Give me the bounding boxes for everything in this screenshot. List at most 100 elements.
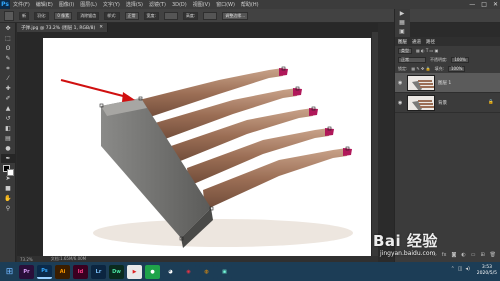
pen-tool-icon[interactable]: ✒ (1, 154, 15, 163)
taskbar-app-id[interactable]: Id (73, 264, 88, 279)
blend-opacity-row: 正常 不透明度: 100% (395, 55, 500, 64)
menu-file[interactable]: 文件(F) (10, 1, 33, 8)
menu-help[interactable]: 帮助(H) (238, 1, 262, 8)
zoom-level[interactable]: 73.2% (20, 257, 33, 262)
taskbar: ⊞ Pr Ps Ai Id Lr Dw ▶ ● ◕ ◉ ◍ ▣ ⌃ ◫ ◂) 3… (0, 262, 500, 281)
windows-start-icon[interactable]: ⊞ (3, 265, 16, 278)
feather-input[interactable]: 0 像素 (54, 11, 73, 20)
gradient-tool-icon[interactable]: ▤ (1, 134, 15, 143)
tray-network-icon[interactable]: ◫ (458, 266, 463, 272)
width-label: 宽度: (143, 11, 159, 20)
taskbar-app-files[interactable]: ▣ (217, 264, 232, 279)
menu-edit[interactable]: 编辑(E) (33, 1, 56, 8)
quick-select-tool-icon[interactable]: ✎ (1, 54, 15, 63)
healing-tool-icon[interactable]: ✚ (1, 84, 15, 93)
options-bar: 新 羽化: 0 像素 消除锯齿 样式: 正常 宽度: 高度: 调整边缘... (0, 9, 500, 23)
taskbar-app-ps[interactable]: Ps (37, 264, 52, 279)
document-title: 子弹.jpg @ 73.2% (图层 1, RGB/8) (21, 25, 96, 31)
tray-arrow-icon[interactable]: ⌃ (451, 266, 455, 272)
menu-type[interactable]: 文字(Y) (100, 1, 123, 8)
style-label: 样式: (104, 11, 120, 20)
lock-icon: 🔒 (488, 100, 494, 105)
taskbar-app-dw[interactable]: Dw (109, 264, 124, 279)
height-input[interactable] (203, 11, 218, 20)
red-arrow-annotation (60, 79, 135, 102)
blur-tool-icon[interactable]: ● (1, 144, 15, 153)
image-canvas[interactable] (43, 38, 371, 256)
menu-image[interactable]: 图像(I) (56, 1, 77, 8)
watermark-brand: Bai 经验 (373, 232, 438, 250)
history-icon[interactable]: ▦ (395, 18, 409, 27)
current-tool-icon[interactable] (4, 10, 14, 21)
minimize-button[interactable]: — (469, 1, 475, 8)
layer-row-background[interactable]: ◉ 背景 🔒 (395, 93, 500, 113)
lock-icons[interactable]: ▦ ✎ ✥ 🔒 (411, 66, 430, 71)
bullet-clip-image (60, 66, 353, 248)
tray-volume-icon[interactable]: ◂) (466, 266, 470, 272)
taskbar-app-firefox[interactable]: ◍ (199, 264, 214, 279)
zoom-tool-icon[interactable]: ⚲ (1, 204, 15, 213)
height-label: 高度: (182, 11, 199, 20)
layer-row-layer1[interactable]: ◉ 图层 1 (395, 73, 500, 93)
anti-alias-checkbox[interactable]: 消除锯齿 (77, 11, 100, 20)
eraser-tool-icon[interactable]: ◧ (1, 124, 15, 133)
lasso-tool-icon[interactable]: ʘ (1, 44, 15, 53)
eyedropper-tool-icon[interactable]: ⁄ (1, 74, 15, 83)
stamp-tool-icon[interactable]: ▲ (1, 104, 15, 113)
filter-icons[interactable]: ▦ ◐ T ▭ ▣ (416, 48, 438, 53)
maximize-button[interactable]: □ (481, 1, 487, 8)
taskbar-app-media[interactable]: ▶ (127, 264, 142, 279)
layers-panel-tabs: 图层 通道 路径 (395, 37, 500, 46)
taskbar-clock[interactable]: 3:53 2020/5/5 (477, 265, 497, 277)
layer-kind-filter[interactable]: 类型 (398, 47, 412, 54)
taskbar-app-qq[interactable]: ◕ (163, 264, 178, 279)
tab-channels[interactable]: 通道 (412, 39, 421, 45)
baidu-watermark: Bai 经验 jingyan.baidu.com (368, 226, 500, 262)
move-tool-icon[interactable]: ✥ (1, 24, 15, 33)
play-icon[interactable]: ▶ (395, 9, 409, 18)
menu-view[interactable]: 视图(V) (190, 1, 213, 8)
width-input[interactable] (163, 11, 178, 20)
history-brush-tool-icon[interactable]: ↺ (1, 114, 15, 123)
close-document-icon[interactable]: ✕ (99, 25, 103, 30)
eye-icon[interactable]: ◉ (398, 80, 404, 86)
tools-preset-icon[interactable]: ▣ (395, 27, 409, 36)
taskbar-app-lr[interactable]: Lr (91, 264, 106, 279)
fill-label: 填充: (434, 65, 444, 71)
close-button[interactable]: ✕ (493, 1, 498, 8)
menu-window[interactable]: 窗口(W) (213, 1, 238, 8)
taskbar-app-360[interactable]: ● (145, 264, 160, 279)
selection-mode[interactable]: 新 (19, 11, 29, 20)
lock-label: 锁定: (398, 65, 408, 71)
brush-tool-icon[interactable]: ✐ (1, 94, 15, 103)
layer-name[interactable]: 图层 1 (438, 80, 451, 86)
background-color-swatch[interactable] (7, 169, 14, 176)
fill-input[interactable]: 100% (448, 65, 466, 72)
menu-filter[interactable]: 滤镜(T) (146, 1, 169, 8)
hand-tool-icon[interactable]: ✋ (1, 194, 15, 203)
tab-layers[interactable]: 图层 (398, 39, 407, 45)
blend-mode-select[interactable]: 正常 (398, 56, 426, 63)
taskbar-app-ai[interactable]: Ai (55, 264, 70, 279)
layer-thumbnail (407, 94, 435, 111)
crop-tool-icon[interactable]: ⌗ (1, 64, 15, 73)
feather-label: 羽化: (34, 11, 50, 20)
menu-select[interactable]: 选择(S) (123, 1, 146, 8)
shape-tool-icon[interactable]: ■ (1, 184, 15, 193)
marquee-tool-icon[interactable]: ⬚ (1, 34, 15, 43)
taskbar-app-chrome[interactable]: ◉ (181, 264, 196, 279)
system-tray: ⌃ ◫ ◂) (451, 266, 470, 272)
style-select[interactable]: 正常 (124, 11, 139, 20)
document-tab[interactable]: 子弹.jpg @ 73.2% (图层 1, RGB/8) ✕ (17, 23, 109, 32)
opacity-input[interactable]: 100% (451, 56, 469, 63)
refine-edge-button[interactable]: 调整边缘... (222, 11, 249, 20)
image-shadow (93, 219, 353, 247)
menu-layer[interactable]: 图层(L) (77, 1, 100, 8)
menu-3d[interactable]: 3D(D) (169, 2, 190, 8)
vertical-scrollbar[interactable] (372, 32, 378, 256)
taskbar-app-pr[interactable]: Pr (19, 264, 34, 279)
tab-paths[interactable]: 路径 (426, 39, 435, 45)
eye-icon[interactable]: ◉ (398, 100, 404, 106)
layer-name[interactable]: 背景 (438, 100, 447, 106)
lock-fill-row: 锁定: ▦ ✎ ✥ 🔒 填充: 100% (395, 64, 500, 73)
